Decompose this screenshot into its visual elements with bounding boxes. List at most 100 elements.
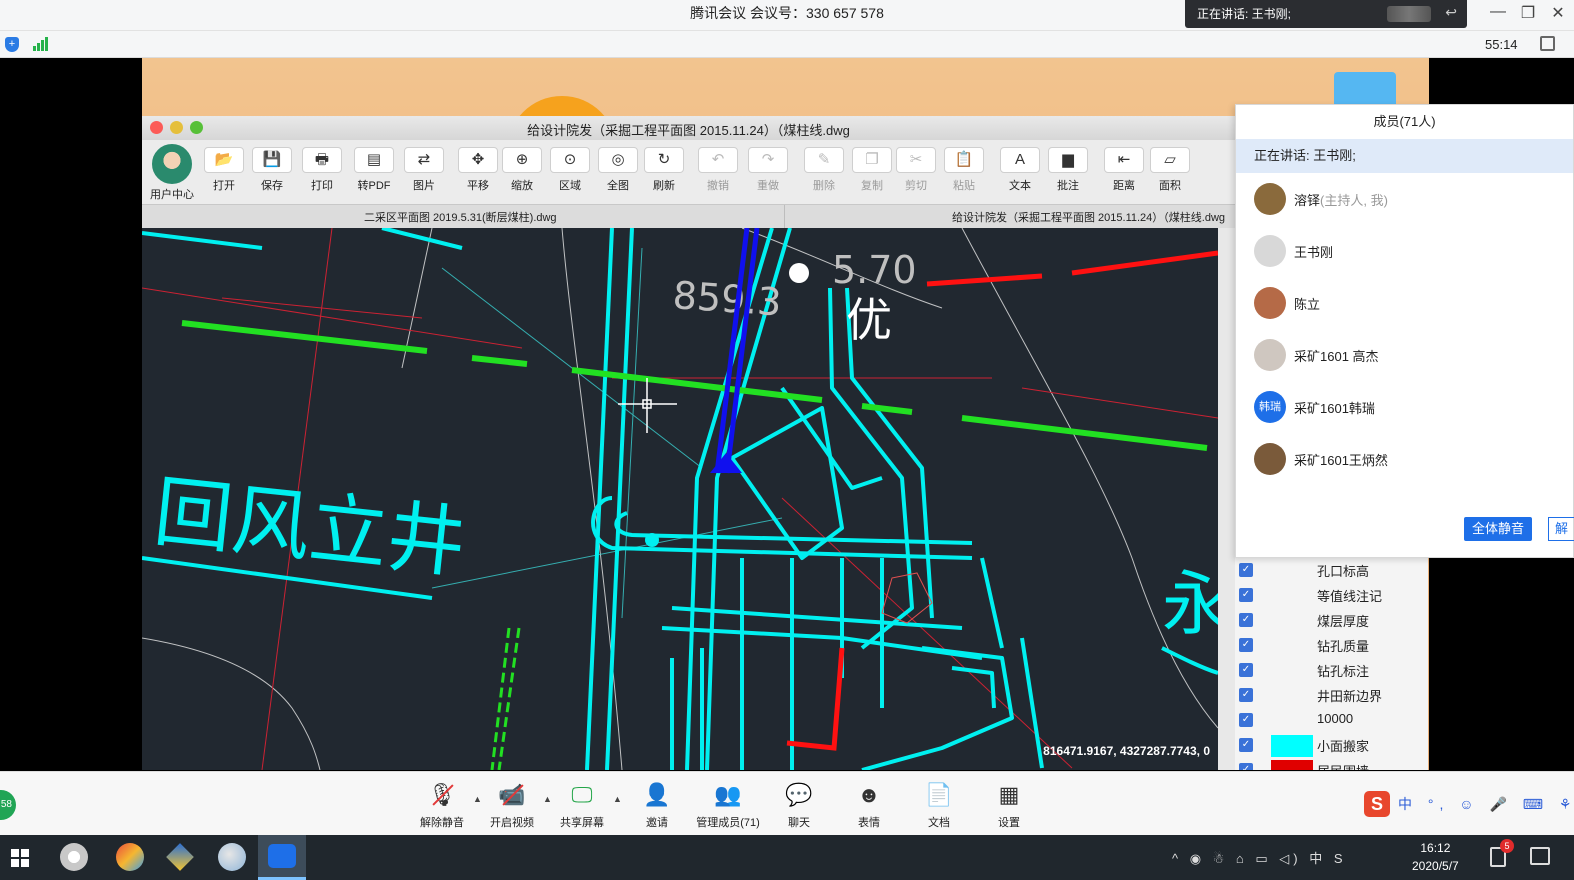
layer-row[interactable]: ✓ 孔口标高 xyxy=(1235,560,1428,585)
restore-icon[interactable]: ❐ xyxy=(1518,3,1538,23)
control-invite-button[interactable]: 👤 邀请 xyxy=(622,780,692,830)
vertical-scrollbar[interactable] xyxy=(1218,228,1235,770)
toolbar-copy-button[interactable]: ❐ 复制 xyxy=(848,144,896,200)
layer-row[interactable]: ✓ 居民围墙 xyxy=(1235,760,1428,770)
control-document-button[interactable]: 📄 文档 xyxy=(904,780,974,830)
drawing-label-you: 优 xyxy=(846,293,892,347)
member-row[interactable]: 采矿1601 高杰 xyxy=(1236,329,1574,381)
layer-row[interactable]: ✓ 钻孔标注 xyxy=(1235,660,1428,685)
system-tray-icons[interactable]: ^ ◉ ☃ ⌂ ▭ ◁) 中 S xyxy=(1172,848,1347,867)
toolbar-undo-button[interactable]: ↶ 撤销 xyxy=(694,144,742,200)
drawing-label-number-top: 5.70 xyxy=(832,248,917,292)
control-chat-button[interactable]: 💬 聊天 xyxy=(764,780,834,830)
taskbar-clock[interactable]: 16:12 2020/5/7 xyxy=(1412,839,1459,875)
taskbar-app-settings-icon[interactable] xyxy=(60,843,88,871)
control-share-screen-button[interactable]: 🖵 共享屏幕 xyxy=(547,780,617,830)
toolbar-pan-button[interactable]: ✥ 平移 xyxy=(454,144,502,200)
participant-count-badge[interactable]: 58 xyxy=(0,790,16,820)
toolbar-folder-open-button[interactable]: 📂 打开 xyxy=(200,144,248,200)
member-row[interactable]: 王书刚 xyxy=(1236,225,1574,277)
chat-icon: 💬 xyxy=(785,782,813,807)
layer-visible-checkbox[interactable]: ✓ xyxy=(1239,713,1253,727)
taskbar-app-paint-icon[interactable] xyxy=(218,843,246,871)
control-members-button[interactable]: 👥 管理成员(71) xyxy=(693,780,763,830)
user-center-avatar xyxy=(152,144,192,184)
toolbar-text-button[interactable]: A 文本 xyxy=(996,144,1044,200)
toolbar-image-button[interactable]: ⇄ 图片 xyxy=(400,144,448,200)
layer-visible-checkbox[interactable]: ✓ xyxy=(1239,563,1253,577)
cad-window-title: 给设计院发（采掘工程平面图 2015.11.24）（煤柱线.dwg xyxy=(527,123,850,138)
layer-row[interactable]: ✓ 钻孔质量 xyxy=(1235,635,1428,660)
layer-name: 等值线注记 xyxy=(1317,589,1383,604)
layer-visible-checkbox[interactable]: ✓ xyxy=(1239,613,1253,627)
layer-row[interactable]: ✓ 井田新边界 xyxy=(1235,685,1428,710)
taskbar-tencent-meeting[interactable] xyxy=(258,835,306,880)
control-mic-muted-button[interactable]: 🎙 解除静音 xyxy=(407,780,477,830)
invite-icon: 👤 xyxy=(643,782,671,807)
mute-all-button[interactable]: 全体静音 xyxy=(1464,517,1532,541)
member-row[interactable]: 陈立 xyxy=(1236,277,1574,329)
cad-file-tabs: 二采区平面图 2019.5.31(断层煤柱).dwg 给设计院发（采掘工程平面图… xyxy=(142,204,1235,229)
control-emoji-button[interactable]: ☻ 表情 xyxy=(834,780,904,830)
layer-visible-checkbox[interactable]: ✓ xyxy=(1239,763,1253,770)
layer-visible-checkbox[interactable]: ✓ xyxy=(1239,588,1253,602)
member-row[interactable]: 韩瑞 采矿1601韩瑞 xyxy=(1236,381,1574,433)
control-settings-button[interactable]: ▦ 设置 xyxy=(974,780,1044,830)
toolbar-save-button[interactable]: 💾 保存 xyxy=(248,144,296,200)
control-label: 解除静音 xyxy=(420,817,464,829)
toolbar-scissors-button[interactable]: ✂ 剪切 xyxy=(892,144,940,200)
control-camera-off-button[interactable]: 📹 开启视频 xyxy=(477,780,547,830)
ime-toolbar-icons[interactable]: 中 °, ☺ 🎤 ⌨ ⚘ 👕 ▦ xyxy=(1398,794,1574,814)
minimize-icon[interactable]: — xyxy=(1488,3,1508,21)
layer-visible-checkbox[interactable]: ✓ xyxy=(1239,638,1253,652)
toolbar-eraser-button[interactable]: ✎ 删除 xyxy=(800,144,848,200)
toolbar-print-button[interactable]: 🖶 打印 xyxy=(298,144,346,200)
close-icon[interactable]: ✕ xyxy=(1548,3,1568,23)
toolbar-pdf-button[interactable]: ▤ 转PDF xyxy=(350,144,398,200)
member-row[interactable]: 采矿1601王炳然 xyxy=(1236,433,1574,485)
toolbar-user-avatar-button[interactable]: 用户中心 xyxy=(148,144,196,201)
emoji-icon: ☻ xyxy=(857,782,881,807)
tencent-meeting-icon xyxy=(268,844,296,868)
network-signal-icon[interactable] xyxy=(33,37,49,51)
unmute-all-button[interactable]: 解 xyxy=(1548,517,1574,541)
fullscreen-icon[interactable] xyxy=(1540,36,1555,51)
toolbar-zoom-area-button[interactable]: ⊙ 区域 xyxy=(546,144,594,200)
layer-visible-checkbox[interactable]: ✓ xyxy=(1239,738,1253,752)
tab-file-1[interactable]: 二采区平面图 2019.5.31(断层煤柱).dwg xyxy=(364,209,557,225)
security-shield-icon[interactable]: + xyxy=(5,37,19,52)
layer-row[interactable]: ✓ 小面搬家 xyxy=(1235,735,1428,760)
action-center-icon[interactable] xyxy=(1530,847,1550,865)
toolbar-distance-button[interactable]: ⇤ 距离 xyxy=(1100,144,1148,200)
taskbar-app-pen-icon[interactable] xyxy=(166,843,194,871)
toolbar-redo-button[interactable]: ↷ 重做 xyxy=(744,144,792,200)
toolbar-zoom-button[interactable]: ⊕ 缩放 xyxy=(498,144,546,200)
windows-start-icon[interactable] xyxy=(11,849,29,867)
drawing-canvas[interactable]: 回风立井 永 优 5.70 859.3 816471.9167, 4327287… xyxy=(142,228,1218,770)
layer-row[interactable]: ✓ 煤层厚度 xyxy=(1235,610,1428,635)
member-name-text: 王书刚 xyxy=(1294,245,1334,260)
toolbar-paste-button[interactable]: 📋 粘贴 xyxy=(940,144,988,200)
layer-visible-checkbox[interactable]: ✓ xyxy=(1239,663,1253,677)
toolbar-label: 面积 xyxy=(1159,180,1181,192)
layer-row[interactable]: ✓ 10000 xyxy=(1235,710,1428,735)
control-label: 邀请 xyxy=(646,817,668,829)
toolbar-label: 文本 xyxy=(1009,180,1031,192)
layer-visible-checkbox[interactable]: ✓ xyxy=(1239,688,1253,702)
layer-row[interactable]: ✓ 等值线注记 xyxy=(1235,585,1428,610)
pan-icon: ✥ xyxy=(458,147,498,173)
layer-color-swatch xyxy=(1271,760,1313,770)
toolbar-label: 缩放 xyxy=(511,180,533,192)
coordinate-readout: 816471.9167, 4327287.7743, 0 xyxy=(1043,744,1210,758)
back-arrow-icon[interactable]: ↩ xyxy=(1445,4,1457,21)
toolbar-zoom-extents-button[interactable]: ◎ 全图 xyxy=(594,144,642,200)
toolbar-note-button[interactable]: ▆ 批注 xyxy=(1044,144,1092,200)
tab-file-2[interactable]: 给设计院发（采掘工程平面图 2015.11.24）（煤柱线.dwg xyxy=(952,209,1225,225)
toolbar-refresh-button[interactable]: ↻ 刷新 xyxy=(640,144,688,200)
member-name-text: 采矿1601王炳然 xyxy=(1294,453,1388,468)
taskbar-app-color-icon[interactable] xyxy=(116,843,144,871)
member-row[interactable]: 溶铎(主持人, 我) xyxy=(1236,173,1574,225)
input-method-bar[interactable]: S 中 °, ☺ 🎤 ⌨ ⚘ 👕 ▦ xyxy=(1362,789,1574,819)
toolbar-label: 全图 xyxy=(607,180,629,192)
toolbar-area-button[interactable]: ▱ 面积 xyxy=(1146,144,1194,200)
